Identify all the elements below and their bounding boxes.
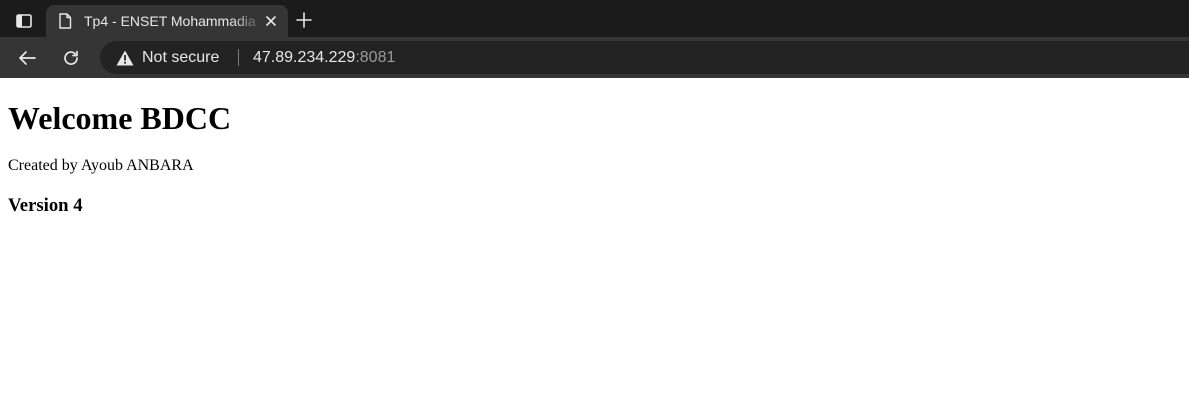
browser-window: Tp4 - ENSET Mohammadia Not secure 47.89.…: [0, 0, 1189, 414]
reload-icon: [64, 50, 78, 65]
url-host: 47.89.234.229: [253, 49, 356, 66]
address-divider: [238, 49, 239, 66]
version-label: Version 4: [8, 195, 83, 216]
toolbar: Not secure 47.89.234.229:8081: [0, 37, 1189, 78]
back-arrow-icon: [19, 51, 36, 65]
tab-search-icon: [16, 14, 32, 28]
plus-icon: [296, 12, 312, 28]
warning-icon: [116, 50, 134, 66]
address-bar[interactable]: Not secure 47.89.234.229:8081: [100, 41, 1189, 74]
page-content: Welcome BDCC Created by Ayoub ANBARA Ver…: [0, 78, 1189, 414]
url-port: :8081: [355, 49, 396, 66]
page-heading: Welcome BDCC: [8, 100, 232, 136]
tab-search-button[interactable]: [12, 10, 36, 32]
security-label: Not secure: [142, 49, 220, 66]
active-tab[interactable]: Tp4 - ENSET Mohammadia: [46, 5, 288, 37]
tab-title: Tp4 - ENSET Mohammadia: [84, 13, 256, 29]
page-favicon-icon: [59, 13, 72, 29]
back-button[interactable]: [16, 47, 38, 69]
close-icon: [266, 16, 276, 26]
author-credit: Created by Ayoub ANBARA: [8, 157, 194, 174]
url-text[interactable]: 47.89.234.229:8081: [253, 49, 395, 67]
security-indicator[interactable]: Not secure: [116, 49, 219, 67]
tab-close-button[interactable]: [263, 13, 279, 29]
reload-button[interactable]: [60, 47, 82, 69]
tab-strip: Tp4 - ENSET Mohammadia: [0, 0, 1189, 37]
new-tab-button[interactable]: [294, 10, 314, 30]
